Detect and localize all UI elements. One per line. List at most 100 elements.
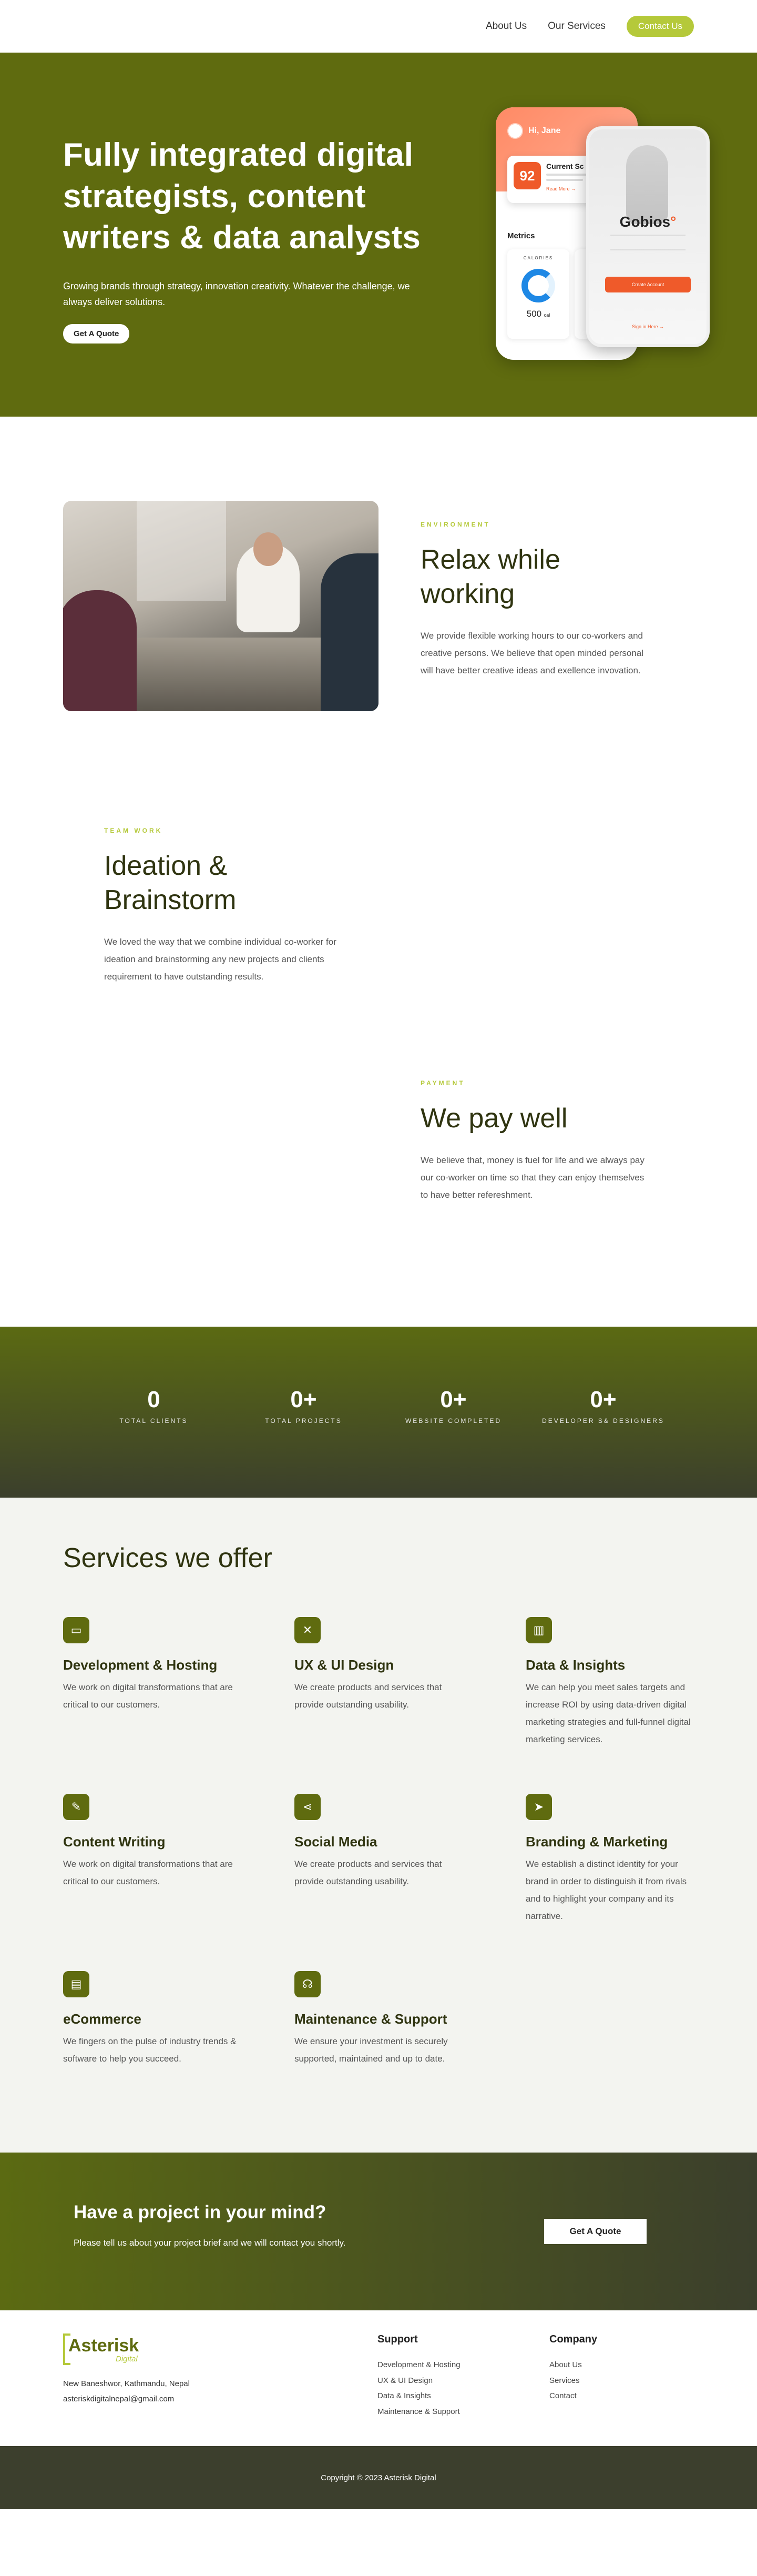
service-development-hosting: ▭ Development & Hosting We work on digit… xyxy=(63,1617,237,1713)
store-icon: ▤ xyxy=(63,1971,89,1997)
relax-eyebrow: ENVIRONMENT xyxy=(421,521,490,528)
ideation-section: TEAM WORK Ideation & Brainstorm We loved… xyxy=(0,774,757,1069)
service-content-writing: ✎ Content Writing We work on digital tra… xyxy=(63,1794,237,1890)
service-desc: We can help you meet sales targets and i… xyxy=(526,1682,691,1745)
footer-link-data-insights[interactable]: Data & Insights xyxy=(377,2391,431,2400)
service-title: eCommerce xyxy=(63,2011,141,2027)
service-title: Branding & Marketing xyxy=(526,1834,668,1850)
service-desc: We create products and services that pro… xyxy=(294,1682,442,1710)
footer-company-column: Company About Us Services Contact xyxy=(549,2333,597,2404)
footer-link-about-us[interactable]: About Us xyxy=(549,2360,582,2369)
band-title: Have a project in your mind? xyxy=(74,2202,326,2223)
service-data-insights: ▥ Data & Insights We can help you meet s… xyxy=(526,1617,699,1749)
stat-label: TOTAL PROJECTS xyxy=(265,1417,342,1425)
score-value: 92 xyxy=(514,162,541,189)
band-get-quote-button[interactable]: Get A Quote xyxy=(544,2219,647,2244)
footer-link-contact[interactable]: Contact xyxy=(549,2391,577,2400)
server-icon: ▭ xyxy=(63,1617,89,1643)
stats-section: 0 TOTAL CLIENTS 0+ TOTAL PROJECTS 0+ WEBSIT… xyxy=(0,1327,757,1498)
metric-unit: cal xyxy=(544,312,550,318)
service-title: Data & Insights xyxy=(526,1657,626,1673)
office-meeting-photo xyxy=(63,501,378,711)
relax-section: ENVIRONMENT Relax while working We provi… xyxy=(0,417,757,774)
service-title: UX & UI Design xyxy=(294,1657,394,1673)
stat-total-clients: 0 TOTAL CLIENTS xyxy=(79,1327,229,1498)
copyright-bar: Copyright © 2023 Asterisk Digital xyxy=(0,2446,757,2509)
project-cta-band: Have a project in your mind? Please tell… xyxy=(0,2153,757,2310)
athlete-image xyxy=(626,145,668,224)
service-title: Content Writing xyxy=(63,1834,166,1850)
service-desc: We ensure your investment is securely su… xyxy=(294,2036,448,2064)
footer-address: New Baneshwor, Kathmandu, Nepal xyxy=(63,2379,190,2388)
metric-box-calories: CALORIES 500 cal xyxy=(507,249,569,339)
stat-label: WEBSITE COMPLETED xyxy=(405,1417,502,1425)
services-section: Services we offer ▭ Development & Hostin… xyxy=(0,1498,757,2153)
stat-value: 0+ xyxy=(290,1387,317,1412)
service-title: Social Media xyxy=(294,1834,377,1850)
asterisk-logo[interactable]: Asterisk Digital xyxy=(63,2333,147,2367)
footer-link-maintenance-support[interactable]: Maintenance & Support xyxy=(377,2407,460,2416)
hero-subtitle: Growing brands through strategy, innovat… xyxy=(63,281,410,307)
copyright-text: Copyright © 2023 Asterisk Digital xyxy=(321,2473,436,2482)
footer-email[interactable]: asteriskdigitalnepal@gmail.com xyxy=(63,2391,190,2407)
service-desc: We establish a distinct identity for you… xyxy=(526,1859,687,1922)
metric-value: 500 xyxy=(526,309,542,319)
phone-mockup-signup: Gobios° Create Account Sign in Here → xyxy=(586,126,710,347)
service-desc: We work on digital transformations that … xyxy=(63,1682,233,1710)
service-desc: We fingers on the pulse of industry tren… xyxy=(63,2036,237,2064)
footer: Asterisk Digital New Baneshwor, Kathmand… xyxy=(0,2310,757,2446)
pen-icon: ✎ xyxy=(63,1794,89,1820)
hero-title: Fully integrated digital strategists, co… xyxy=(63,137,421,256)
donut-chart xyxy=(521,269,555,302)
service-title: Maintenance & Support xyxy=(294,2011,447,2027)
read-more-link: Read More xyxy=(546,186,570,191)
logo-sub: Digital xyxy=(116,2355,138,2363)
service-ux-ui-design: ✕ UX & UI Design We create products and … xyxy=(294,1617,468,1713)
service-ecommerce: ▤ eCommerce We fingers on the pulse of i… xyxy=(63,1971,237,2067)
ideation-title: Ideation & Brainstorm xyxy=(104,851,237,915)
phone-brand: Gobios xyxy=(619,214,671,230)
stat-label: TOTAL CLIENTS xyxy=(119,1417,188,1425)
share-icon: ⋖ xyxy=(294,1794,321,1820)
headset-icon: ☊ xyxy=(294,1971,321,1997)
relax-body: We provide flexible working hours to our… xyxy=(421,631,643,676)
pay-body: We believe that, money is fuel for life … xyxy=(421,1155,645,1200)
pay-title: We pay well xyxy=(421,1103,568,1134)
service-branding-marketing: ➤ Branding & Marketing We establish a di… xyxy=(526,1794,699,1925)
service-desc: We work on digital transformations that … xyxy=(63,1859,233,1887)
metrics-label: Metrics xyxy=(507,231,535,240)
pay-eyebrow: PAYMENT xyxy=(421,1079,465,1087)
ideation-body: We loved the way that we combine individ… xyxy=(104,937,336,982)
stat-total-projects: 0+ TOTAL PROJECTS xyxy=(229,1327,378,1498)
band-text: Please tell us about your project brief … xyxy=(74,2238,346,2248)
hero-section: Fully integrated digital strategists, co… xyxy=(0,53,757,417)
pay-section: PAYMENT We pay well We believe that, mon… xyxy=(0,1069,757,1327)
footer-link-services[interactable]: Services xyxy=(549,2376,580,2385)
contact-us-button[interactable]: Contact Us xyxy=(626,16,694,37)
services-title: Services we offer xyxy=(63,1543,272,1573)
metric-label: CALORIES xyxy=(523,256,554,260)
service-title: Development & Hosting xyxy=(63,1657,218,1673)
footer-link-development-hosting[interactable]: Development & Hosting xyxy=(377,2360,461,2369)
service-desc: We create products and services that pro… xyxy=(294,1859,442,1887)
nav-our-services[interactable]: Our Services xyxy=(548,21,606,32)
stat-value: 0 xyxy=(147,1387,160,1412)
sign-in-link: Sign in Here xyxy=(631,324,658,329)
footer-support-column: Support Development & Hosting UX & UI De… xyxy=(377,2333,461,2419)
stat-label: DEVELOPER S& DESIGNERS xyxy=(542,1417,664,1425)
send-icon: ➤ xyxy=(526,1794,552,1820)
service-social-media: ⋖ Social Media We create products and se… xyxy=(294,1794,468,1890)
stat-value: 0+ xyxy=(440,1387,467,1412)
support-heading: Support xyxy=(377,2333,418,2345)
stat-value: 0+ xyxy=(590,1387,617,1412)
service-maintenance-support: ☊ Maintenance & Support We ensure your i… xyxy=(294,1971,468,2067)
logo-name: Asterisk xyxy=(68,2336,139,2356)
ideation-eyebrow: TEAM WORK xyxy=(104,827,163,834)
top-nav: About Us Our Services Contact Us xyxy=(0,0,757,53)
avatar xyxy=(507,123,523,139)
hero-get-quote-button[interactable]: Get A Quote xyxy=(63,324,130,344)
stat-developers-designers: 0+ DEVELOPER S& DESIGNERS xyxy=(528,1327,678,1498)
nav-about-us[interactable]: About Us xyxy=(486,21,527,32)
footer-link-ux-ui-design[interactable]: UX & UI Design xyxy=(377,2376,433,2385)
relax-title: Relax while working xyxy=(421,544,560,609)
